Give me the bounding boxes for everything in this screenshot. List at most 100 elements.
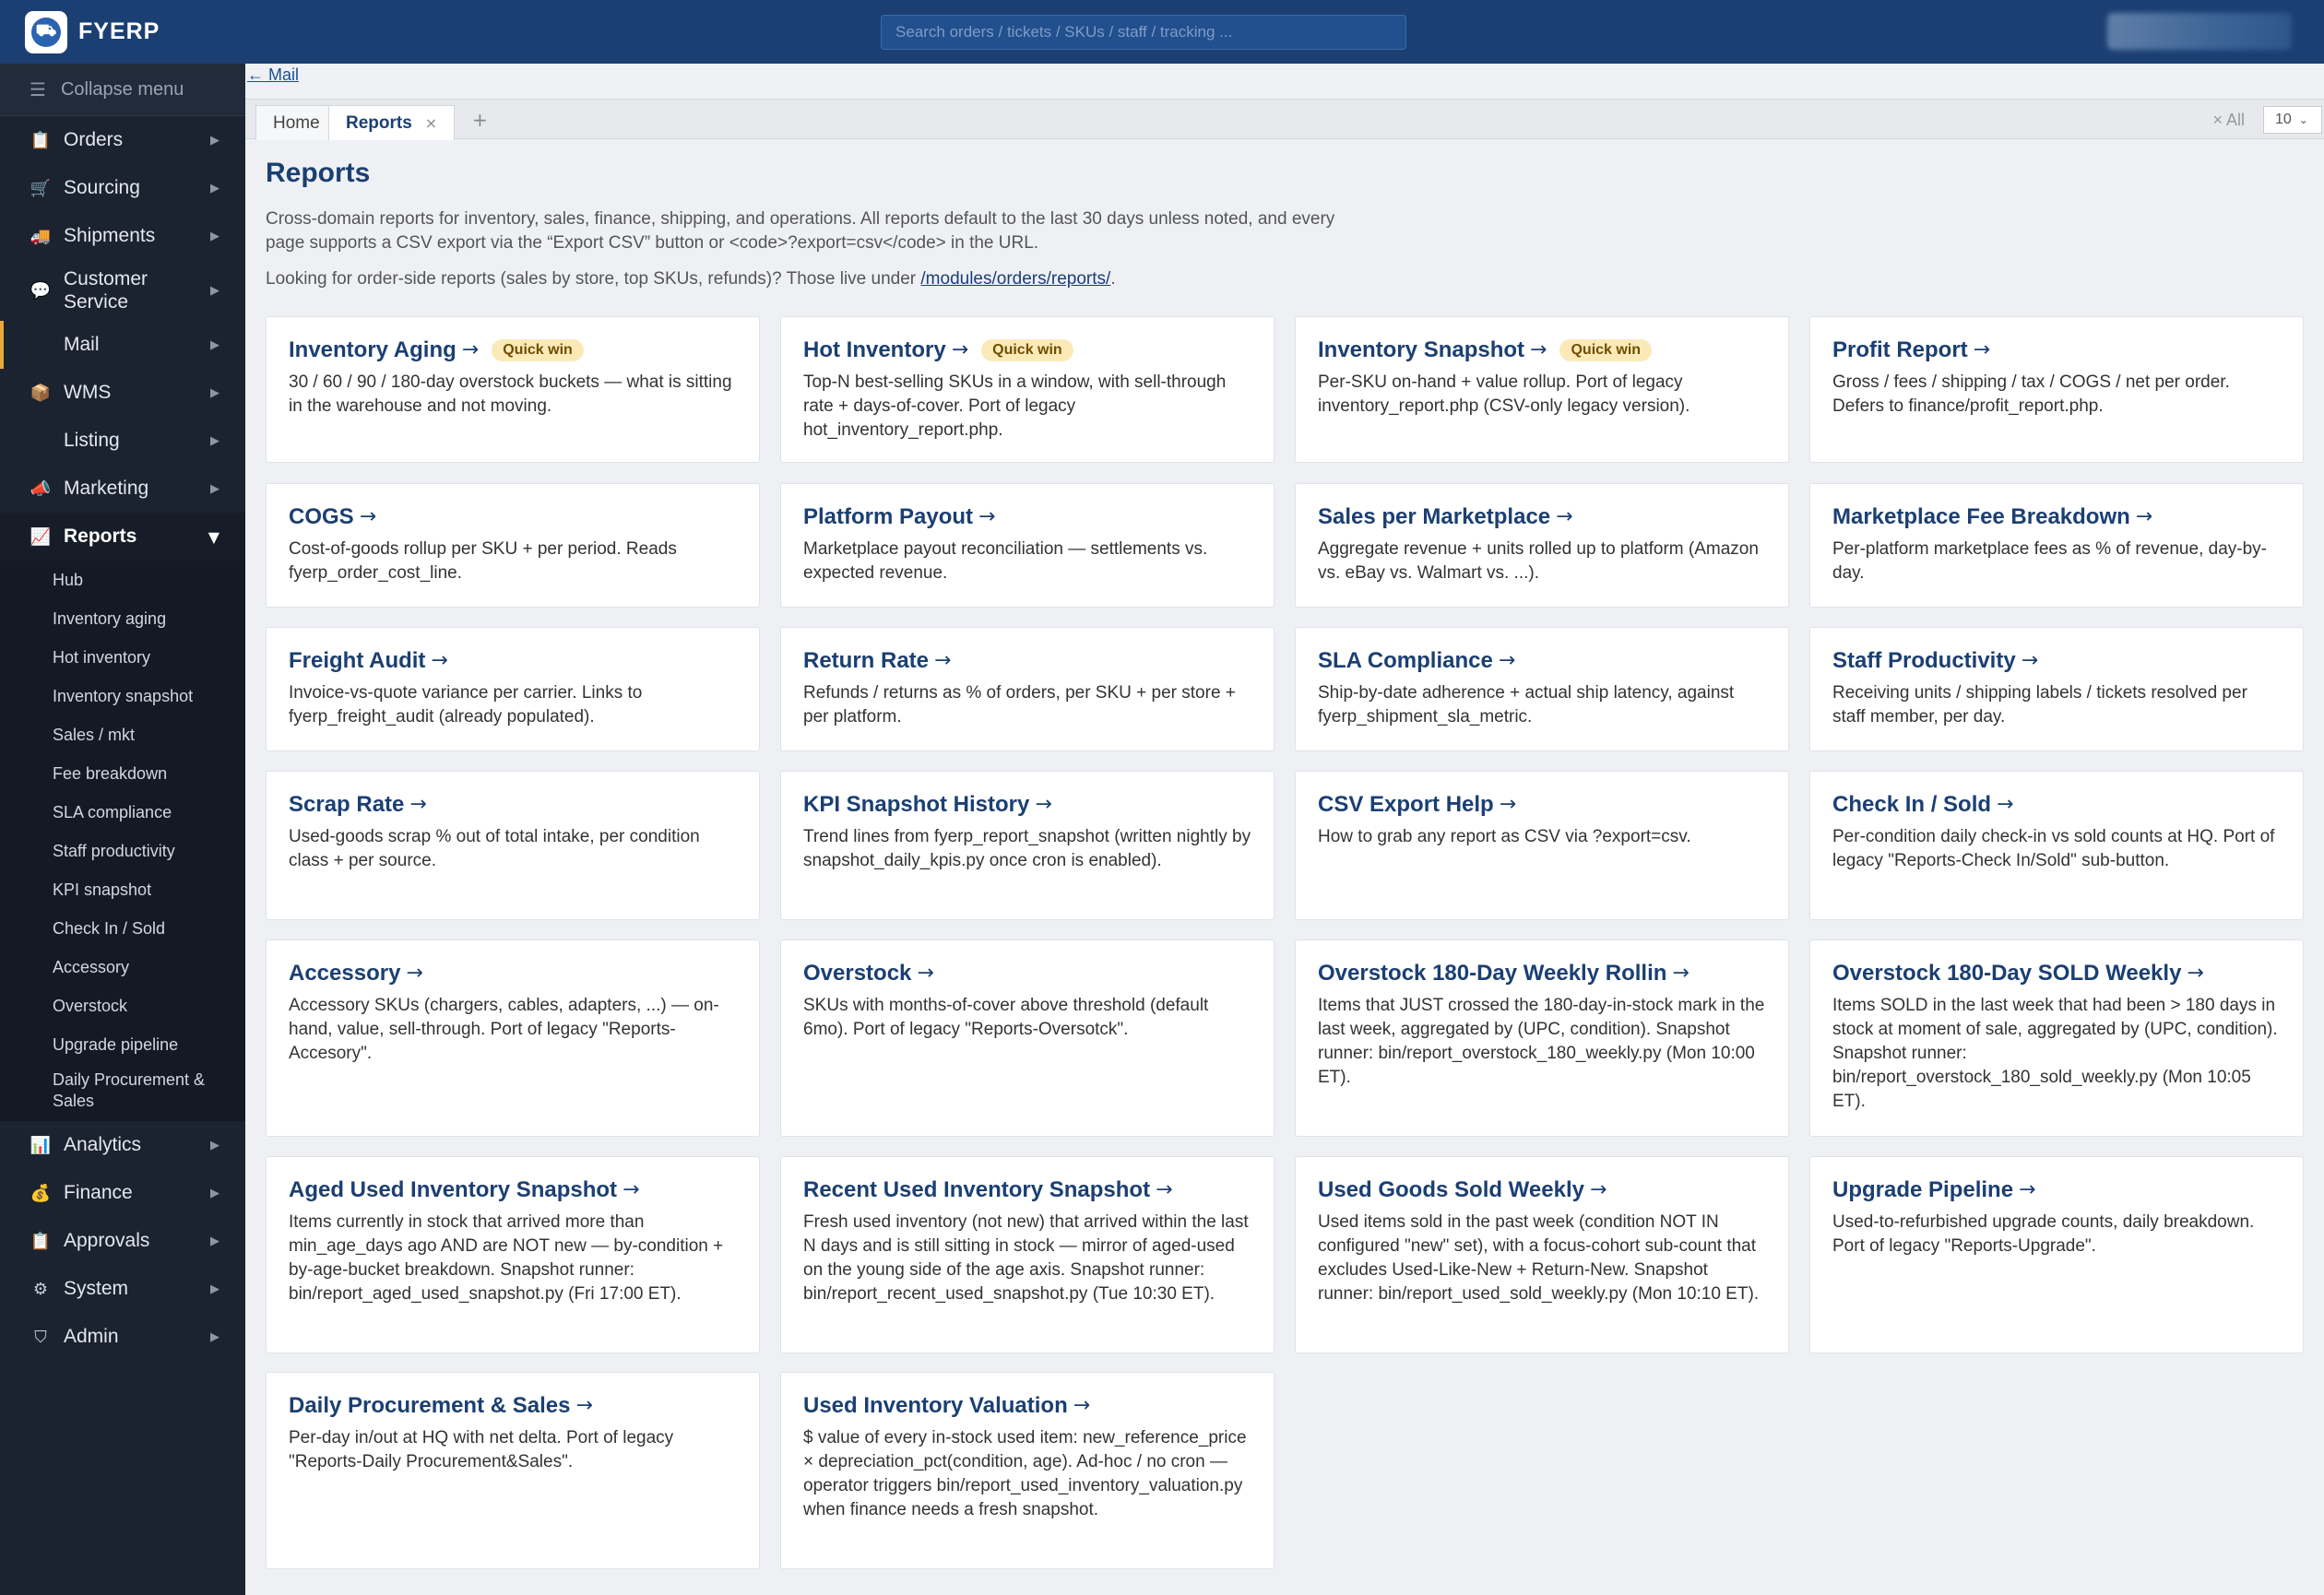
report-card-title[interactable]: Used Inventory Valuation →	[803, 1393, 1251, 1419]
sidebar-subitem-hot-inventory[interactable]: Hot inventory	[0, 638, 245, 677]
sidebar-item-system[interactable]: ⚙ System ▶	[0, 1265, 245, 1313]
report-card[interactable]: Inventory Snapshot → Quick win Per-SKU on-h…	[1295, 316, 1789, 463]
sidebar-subitem-hub[interactable]: Hub	[0, 561, 245, 599]
report-card[interactable]: CSV Export Help → How to grab any report a…	[1295, 771, 1789, 920]
brand[interactable]: ⛟ FYERP	[0, 10, 245, 53]
close-all-tabs-button[interactable]: × All	[2212, 111, 2245, 130]
report-card-title[interactable]: Overstock 180-Day Weekly Rollin →	[1318, 961, 1766, 987]
report-card-title[interactable]: Accessory →	[289, 961, 737, 987]
report-card-title[interactable]: Upgrade Pipeline →	[1832, 1177, 2281, 1203]
sidebar-subitem-sales-mkt[interactable]: Sales / mkt	[0, 715, 245, 754]
report-card-title-text: Upgrade Pipeline	[1832, 1177, 2014, 1202]
report-card[interactable]: Staff Productivity → Receiving units / shi…	[1809, 627, 2304, 751]
orders-reports-link[interactable]: /modules/orders/reports/	[920, 269, 1110, 289]
report-card[interactable]: Sales per Marketplace → Aggregate revenue …	[1295, 483, 1789, 608]
report-card-title[interactable]: Check In / Sold →	[1832, 792, 2281, 818]
global-search-input[interactable]	[881, 15, 1406, 50]
add-tab-button[interactable]: +	[472, 109, 488, 131]
report-card-title[interactable]: Return Rate →	[803, 648, 1251, 674]
report-card[interactable]: Freight Audit → Invoice-vs-quote variance …	[266, 627, 760, 751]
sidebar-subitem-inventory-aging[interactable]: Inventory aging	[0, 599, 245, 638]
report-card-title[interactable]: Profit Report →	[1832, 337, 2281, 363]
report-card[interactable]: Profit Report → Gross / fees / shipping / …	[1809, 316, 2304, 463]
report-card[interactable]: Recent Used Inventory Snapshot → Fresh use…	[780, 1156, 1275, 1353]
sidebar-item-sourcing[interactable]: 🛒 Sourcing ▶	[0, 164, 245, 212]
sidebar-item-orders[interactable]: 📋 Orders ▶	[0, 116, 245, 164]
report-card[interactable]: Upgrade Pipeline → Used-to-refurbished upg…	[1809, 1156, 2304, 1353]
report-card[interactable]: Platform Payout → Marketplace payout recon…	[780, 483, 1275, 608]
report-card-title[interactable]: Inventory Snapshot → Quick win	[1318, 337, 1766, 363]
report-card-title[interactable]: Sales per Marketplace →	[1318, 504, 1766, 530]
report-card-description: Marketplace payout reconciliation — sett…	[803, 539, 1208, 583]
sidebar-subitem-staff-productivity[interactable]: Staff productivity	[0, 832, 245, 870]
sidebar-subitem-fee-breakdown[interactable]: Fee breakdown	[0, 754, 245, 793]
back-link-mail[interactable]: ← Mail	[247, 65, 299, 85]
collapse-menu-button[interactable]: ☰ Collapse menu	[0, 64, 245, 116]
report-card[interactable]: SLA Compliance → Ship-by-date adherence + …	[1295, 627, 1789, 751]
arrow-right-icon: →	[1073, 1394, 1091, 1417]
report-card-title[interactable]: Overstock →	[803, 961, 1251, 987]
report-card-title[interactable]: Marketplace Fee Breakdown →	[1832, 504, 2281, 530]
report-card-title[interactable]: Aged Used Inventory Snapshot →	[289, 1177, 737, 1203]
report-card-title[interactable]: Platform Payout →	[803, 504, 1251, 530]
sidebar-item-approvals[interactable]: 📋 Approvals ▶	[0, 1217, 245, 1265]
sidebar-subitem-sla-compliance[interactable]: SLA compliance	[0, 793, 245, 832]
close-icon[interactable]: ×	[425, 114, 437, 132]
report-card-title[interactable]: Daily Procurement & Sales →	[289, 1393, 737, 1419]
report-card-title[interactable]: Scrap Rate →	[289, 792, 737, 818]
report-card[interactable]: Return Rate → Refunds / returns as % of or…	[780, 627, 1275, 751]
sidebar-subitem-overstock[interactable]: Overstock	[0, 987, 245, 1025]
sidebar-subitem-check-in-sold[interactable]: Check In / Sold	[0, 909, 245, 948]
report-card[interactable]: Hot Inventory → Quick win Top-N best-sellin…	[780, 316, 1275, 463]
tab-reports[interactable]: Reports ×	[328, 105, 456, 140]
report-card[interactable]: KPI Snapshot History → Trend lines from fy…	[780, 771, 1275, 920]
report-card-title[interactable]: KPI Snapshot History →	[803, 792, 1251, 818]
sidebar-item-mail[interactable]: Mail ▶	[0, 321, 245, 369]
sidebar-subitem-upgrade-pipeline[interactable]: Upgrade pipeline	[0, 1025, 245, 1064]
sidebar-item-marketing[interactable]: 📣 Marketing ▶	[0, 465, 245, 513]
shield-icon: ⛉	[34, 1327, 47, 1347]
report-card[interactable]: Used Goods Sold Weekly → Used items sold i…	[1295, 1156, 1789, 1353]
report-card-title[interactable]: Freight Audit →	[289, 648, 737, 674]
report-card-title[interactable]: Overstock 180-Day SOLD Weekly →	[1832, 961, 2281, 987]
sidebar-item-wms[interactable]: 📦 WMS ▶	[0, 369, 245, 417]
user-menu-avatar[interactable]	[2107, 13, 2292, 50]
report-card[interactable]: Marketplace Fee Breakdown → Per-platform m…	[1809, 483, 2304, 608]
report-card[interactable]: Accessory → Accessory SKUs (chargers, cabl…	[266, 939, 760, 1137]
report-card[interactable]: Used Inventory Valuation → $ value of ever…	[780, 1372, 1275, 1569]
report-card-title[interactable]: Inventory Aging → Quick win	[289, 337, 737, 363]
report-card[interactable]: Check In / Sold → Per-condition daily chec…	[1809, 771, 2304, 920]
report-card-title[interactable]: Hot Inventory → Quick win	[803, 337, 1251, 363]
report-card[interactable]: Daily Procurement & Sales → Per-day in/out…	[266, 1372, 760, 1569]
sidebar-item-reports[interactable]: 📈 Reports ▼	[0, 513, 245, 561]
report-card-title[interactable]: Staff Productivity →	[1832, 648, 2281, 674]
report-card[interactable]: Overstock → SKUs with months-of-cover abov…	[780, 939, 1275, 1137]
report-card[interactable]: Overstock 180-Day SOLD Weekly → Items SOLD…	[1809, 939, 2304, 1137]
report-card[interactable]: Overstock 180-Day Weekly Rollin → Items th…	[1295, 939, 1789, 1137]
report-card[interactable]: Inventory Aging → Quick win 30 / 60 / 90 / …	[266, 316, 760, 463]
sidebar-subitem-accessory[interactable]: Accessory	[0, 948, 245, 987]
sidebar-item-customer-service[interactable]: 💬 Customer Service ▶	[0, 260, 245, 321]
chevron-right-icon: ▶	[210, 1282, 219, 1296]
sidebar-item-finance[interactable]: 💰 Finance ▶	[0, 1169, 245, 1217]
report-card[interactable]: Aged Used Inventory Snapshot → Items curre…	[266, 1156, 760, 1353]
sidebar-item-listing[interactable]: Listing ▶	[0, 417, 245, 465]
report-card-title[interactable]: SLA Compliance →	[1318, 648, 1766, 674]
sidebar-item-shipments[interactable]: 🚚 Shipments ▶	[0, 212, 245, 260]
sidebar-subitem-inventory-snapshot[interactable]: Inventory snapshot	[0, 677, 245, 715]
report-card-title[interactable]: Recent Used Inventory Snapshot →	[803, 1177, 1251, 1203]
report-card-description: Refunds / returns as % of orders, per SK…	[803, 683, 1236, 727]
sidebar-item-label: Mail	[64, 334, 100, 355]
report-card-title[interactable]: Used Goods Sold Weekly →	[1318, 1177, 1766, 1203]
arrow-right-icon: →	[1498, 649, 1516, 672]
sidebar-subitem-daily-procurement-sales[interactable]: Daily Procurement & Sales	[0, 1064, 245, 1117]
report-card[interactable]: Scrap Rate → Used-goods scrap % out of tot…	[266, 771, 760, 920]
report-card-title[interactable]: COGS →	[289, 504, 737, 530]
report-card[interactable]: COGS → Cost-of-goods rollup per SKU + per …	[266, 483, 760, 608]
report-card-title[interactable]: CSV Export Help →	[1318, 792, 1766, 818]
sidebar-subitem-kpi-snapshot[interactable]: KPI snapshot	[0, 870, 245, 909]
tab-home[interactable]: Home	[255, 105, 338, 140]
sidebar-item-analytics[interactable]: 📊 Analytics ▶	[0, 1121, 245, 1169]
sidebar-item-admin[interactable]: ⛉ Admin ▶	[0, 1313, 245, 1361]
tab-limit-select[interactable]: 10 ⌄	[2263, 106, 2322, 134]
